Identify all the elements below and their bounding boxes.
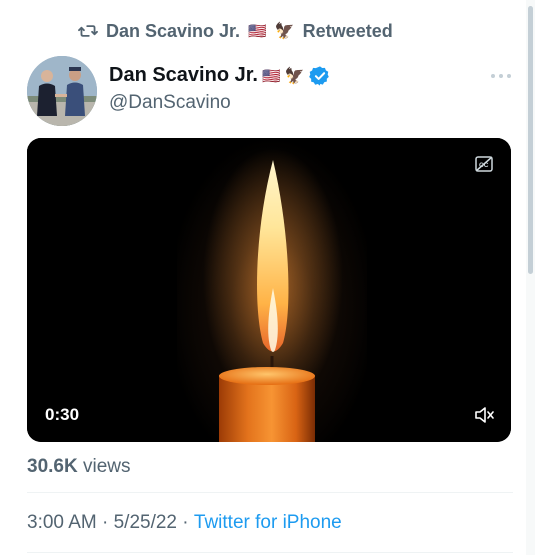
- tweet-time[interactable]: 3:00 AM: [27, 512, 97, 534]
- divider: [27, 552, 513, 553]
- eagle-emoji: 🦅: [284, 67, 305, 85]
- flag-emoji: 🇺🇸: [248, 23, 267, 40]
- author-name[interactable]: Dan Scavino Jr.: [109, 64, 258, 87]
- video-duration: 0:30: [45, 405, 80, 424]
- views-number: 30.6K: [27, 456, 78, 477]
- views-count: 30.6K views: [27, 456, 131, 478]
- avatar[interactable]: [27, 56, 97, 126]
- author-handle[interactable]: @DanScavino: [109, 92, 231, 114]
- scrollbar-thumb[interactable]: [528, 6, 533, 274]
- more-options-icon[interactable]: [489, 66, 513, 86]
- divider: [27, 492, 513, 493]
- mute-icon[interactable]: [474, 406, 494, 424]
- retweeter-name[interactable]: Dan Scavino Jr.: [106, 21, 240, 42]
- retweet-header[interactable]: Dan Scavino Jr. 🇺🇸 🦅 Retweeted: [78, 19, 393, 43]
- meta-separator: ·: [177, 512, 194, 533]
- views-label: views: [82, 456, 131, 477]
- retweet-icon: [78, 22, 98, 40]
- tweet-source-link[interactable]: Twitter for iPhone: [194, 512, 342, 534]
- author-name-row[interactable]: Dan Scavino Jr. 🇺🇸 🦅: [109, 64, 331, 87]
- retweeted-label: Retweeted: [302, 20, 393, 41]
- video-player[interactable]: CC 0:30: [27, 138, 511, 442]
- verified-icon: [308, 65, 331, 87]
- scrollbar[interactable]: [526, 0, 535, 555]
- eagle-emoji: 🦅: [274, 23, 295, 40]
- tweet-date[interactable]: 5/25/22: [114, 512, 177, 534]
- tweet-meta: 3:00 AM · 5/25/22 · Twitter for iPhone: [27, 512, 342, 534]
- flag-emoji: 🇺🇸: [261, 67, 281, 85]
- meta-separator: ·: [96, 512, 114, 533]
- captions-icon[interactable]: CC: [475, 156, 493, 172]
